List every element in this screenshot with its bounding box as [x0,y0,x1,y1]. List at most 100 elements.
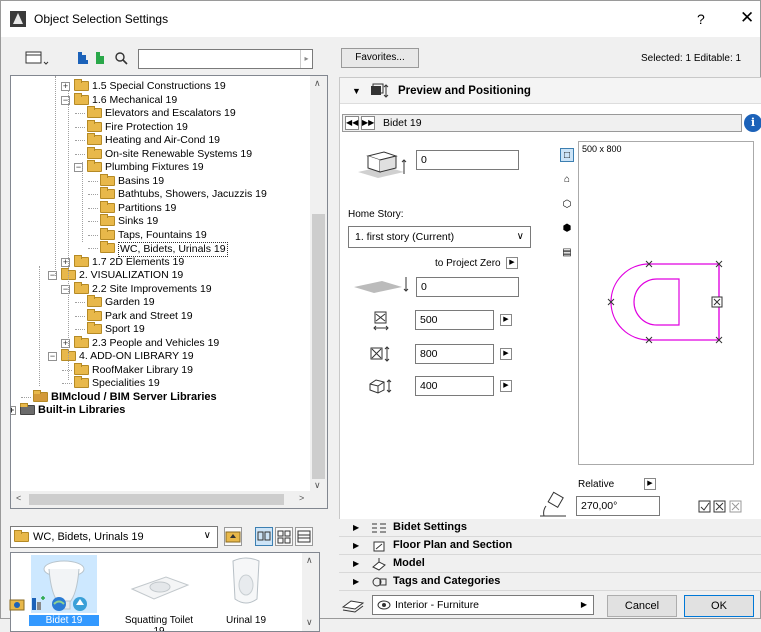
height-input[interactable]: 400 [415,376,494,396]
expand-triangle-icon[interactable]: ▶ [353,541,359,550]
thumbnail-squatting-toilet[interactable]: Squatting Toilet 19 [119,553,199,631]
depth-arrow-icon[interactable]: ▶ [500,348,512,360]
folder-icon [100,241,115,253]
home-story-dropdown[interactable]: 1. first story (Current) ∨ [348,226,531,248]
scroll-left-icon[interactable]: < [16,493,21,503]
layer-icon [341,600,365,613]
thumbnail-urinal[interactable]: Urinal 19 [211,553,281,631]
help-button[interactable]: ? [697,11,705,27]
folder-dropdown[interactable]: WC, Bidets, Urinals 19 ∨ [10,526,218,548]
section-model[interactable]: ▶ Model [339,555,761,573]
library-settings-icon[interactable] [9,596,25,612]
tree-connector [75,113,85,114]
scroll-up-icon[interactable]: ∧ [306,555,313,566]
tree-guide-line [55,76,56,276]
view-mode-icon[interactable] [25,50,49,66]
project-zero-arrow-icon[interactable]: ▶ [506,257,518,269]
rotation-angle-input[interactable]: 270,00° [576,496,660,516]
tree-node-label: Park and Street 19 [105,309,193,322]
folder-icon [100,214,115,226]
floor-plan-view-icon[interactable]: □ [560,148,574,162]
library-tree[interactable]: +1.5 Special Constructions 19 − 1.6 Mechan… [10,75,328,509]
ok-button[interactable]: OK [684,595,754,617]
tree-node-label: Plumbing Fixtures 19 [105,161,204,173]
scroll-down-icon[interactable]: ∨ [314,480,321,491]
tree-node-label: Taps, Fountains 19 [118,228,207,241]
thumbnail-scrollbar[interactable]: ∧ ∨ [302,553,319,631]
object-thumbnails[interactable]: Bidet 19 Squatting Toilet 19 Urinal 19 ∧… [10,552,320,632]
panel-header[interactable]: ▼ Preview and Positioning [340,78,761,104]
tree-node-label: Specialities 19 [92,377,160,389]
expand-icon[interactable]: + [11,406,16,415]
small-icons-view-button[interactable] [275,527,293,546]
relative-label: Relative [578,479,615,490]
cancel-button[interactable]: Cancel [607,595,677,617]
previous-object-icon[interactable]: ◀◀ [345,116,359,130]
layer-dropdown[interactable]: Interior - Furniture ▶ [372,595,594,615]
tree-vertical-scrollbar[interactable]: ∧ ∨ [310,76,327,494]
section-bidet-settings[interactable]: ▶ Bidet Settings [339,519,761,537]
collapse-triangle-icon[interactable]: ▼ [352,86,361,96]
folder-icon [87,160,102,172]
thumbnail-bidet[interactable]: Bidet 19 [29,553,99,631]
tree-connector [88,221,98,222]
elevation-view-icon[interactable]: ▤ [560,246,574,260]
object-name: Bidet 19 [383,117,422,129]
search-arrow-icon[interactable]: ▸ [300,50,312,68]
search-icon[interactable] [114,50,128,66]
folder-icon [100,187,115,199]
library-manager-icon[interactable] [76,50,90,66]
offset-input[interactable]: 0 [416,150,519,170]
section-view-icon[interactable]: ⌂ [560,173,574,187]
tree-connector [75,126,85,128]
chevron-down-icon: ∨ [203,530,211,541]
section-floor-plan[interactable]: ▶ Floor Plan and Section [339,537,761,555]
info-icon[interactable]: i [744,114,761,132]
folder-icon [87,133,102,145]
list-view-button[interactable] [295,527,313,546]
bimcomponents-icon[interactable] [51,596,67,612]
search-input[interactable]: ▸ [138,49,313,69]
3d-shaded-icon[interactable]: ⬢ [560,222,574,236]
folder-icon [100,227,115,240]
expand-triangle-icon[interactable]: ▶ [353,523,359,532]
close-button[interactable]: ✕ [740,8,754,28]
width-arrow-icon[interactable]: ▶ [500,314,512,326]
scroll-right-icon[interactable]: > [299,493,304,503]
folder-icon [14,530,29,542]
depth-icon [370,346,390,362]
depth-input[interactable]: 800 [415,344,494,364]
add-library-icon[interactable] [30,596,46,612]
expand-triangle-icon[interactable]: ▶ [353,577,359,586]
tree-node-label: BIMcloud / BIM Server Libraries [51,390,217,403]
tree-node-label: Partitions 19 [118,201,177,214]
3d-wireframe-icon[interactable]: ⬡ [560,198,574,212]
scroll-up-icon[interactable]: ∧ [314,78,321,89]
archicad-icon [10,11,26,27]
expand-triangle-icon[interactable]: ▶ [353,559,359,568]
folder-up-button[interactable] [224,527,242,546]
section-label: Floor Plan and Section [393,539,513,551]
height-arrow-icon[interactable]: ▶ [500,380,512,392]
tree-horizontal-scrollbar[interactable]: < > [11,491,327,508]
tree-connector [88,207,98,209]
web-objects-icon[interactable] [72,596,88,612]
elevation-input[interactable]: 0 [416,277,519,297]
folder-icon [87,146,102,159]
section-tags-categories[interactable]: ▶ Tags and Categories [339,573,761,591]
relative-arrow-icon[interactable]: ▶ [644,478,656,490]
favorites-button[interactable]: Favorites... [341,48,419,68]
width-input[interactable]: 500 [415,310,494,330]
folder-icon [74,92,89,105]
tree-node-label: 1.5 Special Constructions 19 [92,80,226,92]
large-icons-view-button[interactable] [255,527,273,546]
tags-icon [372,577,387,587]
next-object-icon[interactable]: ▶▶ [361,116,375,130]
mirror-options-icon[interactable] [698,500,746,514]
collapse-icon[interactable]: − [48,352,57,361]
scroll-thumb-horizontal[interactable] [29,494,284,505]
scroll-thumb[interactable] [312,214,325,479]
list-icon [297,530,311,543]
preview-positioning-panel: ▼ Preview and Positioning ◀◀ ▶▶ Bidet 19… [339,77,761,557]
embedded-library-icon[interactable] [94,50,108,66]
